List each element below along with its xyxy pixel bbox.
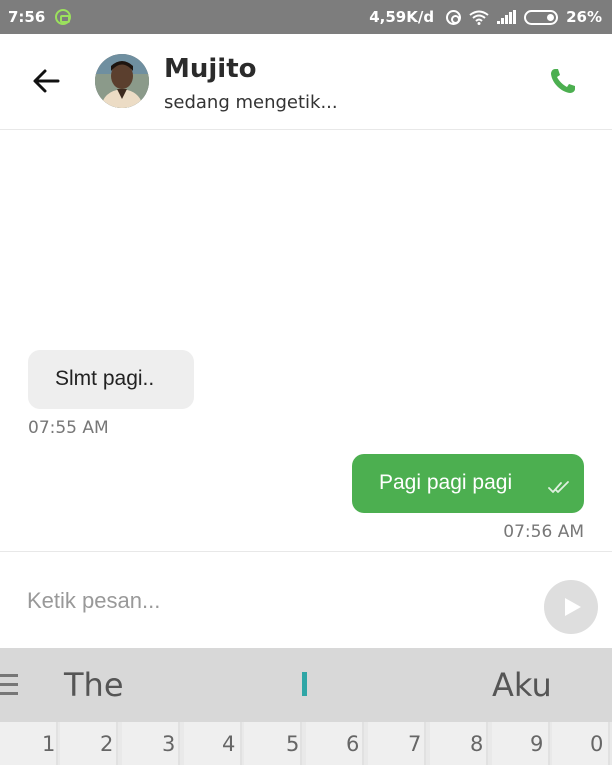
send-button[interactable] [544, 580, 598, 634]
signal-icon [497, 10, 517, 24]
text-cursor-icon [302, 672, 307, 696]
double-check-icon [548, 476, 570, 493]
key-label: 4 [222, 732, 236, 756]
key-label: 5 [286, 732, 300, 756]
keyboard-number-row: 1 2 3 4 5 6 7 8 9 0 [0, 722, 612, 765]
status-bar: 7:56 4,59K/d 26% [0, 0, 612, 34]
composer [0, 551, 612, 648]
suggestion-word[interactable]: The [64, 666, 124, 704]
incoming-message-bubble[interactable]: Slmt pagi.. [28, 350, 194, 409]
key-7[interactable]: 7 [368, 722, 426, 765]
message-input[interactable] [27, 584, 507, 618]
wifi-icon [469, 10, 489, 25]
key-6[interactable]: 6 [306, 722, 364, 765]
message-list[interactable]: Slmt pagi.. 07:55 AM Pagi pagi pagi 07:5… [0, 131, 612, 551]
key-5[interactable]: 5 [244, 722, 302, 765]
key-1[interactable]: 1 [0, 722, 58, 765]
key-label: 2 [100, 732, 114, 756]
typing-status: sedang mengetik... [164, 92, 338, 113]
key-label: 9 [530, 732, 544, 756]
key-0[interactable]: 0 [552, 722, 610, 765]
suggestion-word[interactable]: Aku [492, 666, 552, 704]
key-2[interactable]: 2 [60, 722, 118, 765]
key-label: 6 [346, 732, 360, 756]
phone-icon[interactable] [548, 66, 578, 96]
key-4[interactable]: 4 [184, 722, 242, 765]
app-notification-icon [55, 9, 71, 25]
outgoing-message-bubble[interactable]: Pagi pagi pagi [352, 454, 584, 513]
key-label: 7 [408, 732, 422, 756]
keyboard-suggestion-bar: The Aku [0, 648, 612, 722]
key-8[interactable]: 8 [430, 722, 488, 765]
chat-header: Mujito sedang mengetik... [0, 34, 612, 130]
message-text: Slmt pagi.. [55, 367, 155, 390]
contact-name: Mujito [164, 54, 257, 84]
key-9[interactable]: 9 [492, 722, 550, 765]
message-text: Pagi pagi pagi [379, 471, 513, 494]
battery-percent: 26% [566, 8, 602, 26]
hotspot-icon [446, 9, 462, 25]
key-label: 8 [470, 732, 484, 756]
message-time: 07:56 AM [503, 522, 584, 542]
keyboard-menu-icon[interactable] [0, 674, 18, 696]
avatar[interactable] [95, 54, 149, 108]
battery-icon [524, 9, 559, 25]
message-time: 07:55 AM [28, 418, 109, 438]
back-arrow-icon[interactable] [30, 66, 64, 96]
status-time: 7:56 [8, 8, 46, 26]
key-label: 1 [42, 732, 56, 756]
key-3[interactable]: 3 [122, 722, 180, 765]
key-label: 0 [590, 732, 604, 756]
status-indicators: 4,59K/d 26% [369, 8, 602, 26]
key-label: 3 [162, 732, 176, 756]
network-speed: 4,59K/d [369, 8, 435, 26]
